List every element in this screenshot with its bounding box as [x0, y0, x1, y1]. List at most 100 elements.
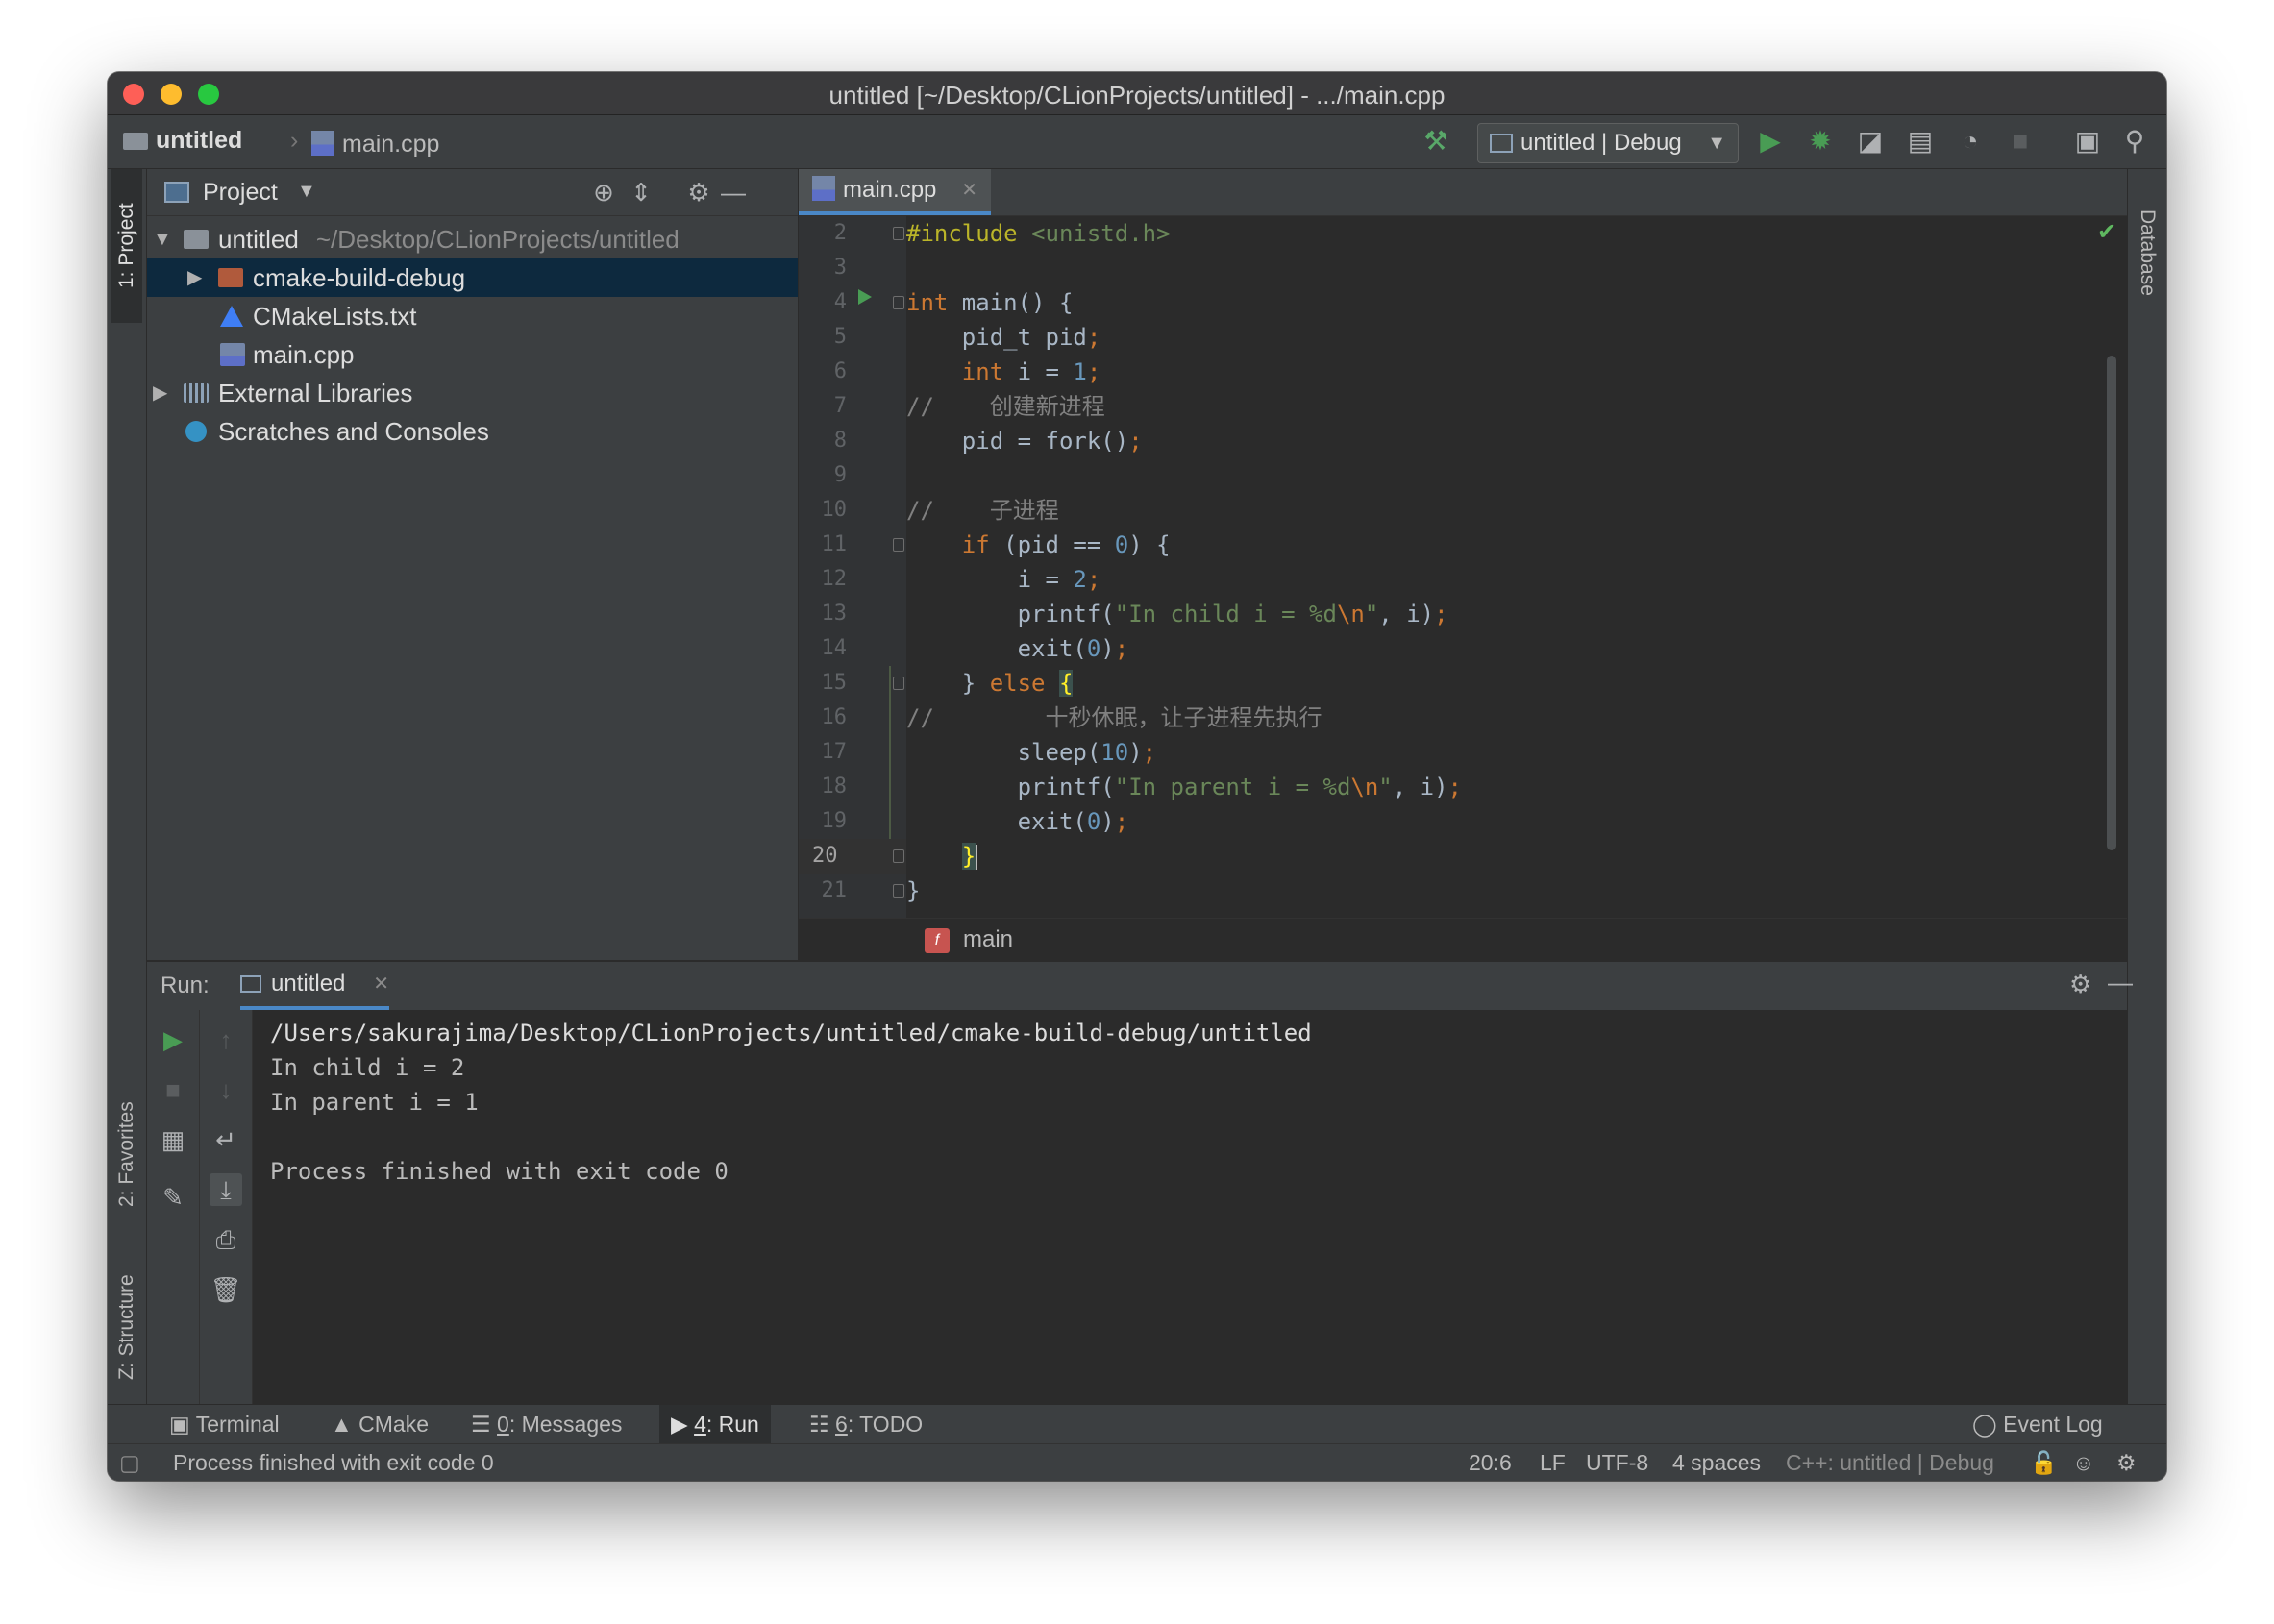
- code-line-17: sleep(10);: [906, 739, 1157, 766]
- tool-window-bar: ▣ Terminal ▲ CMake ☰ 0: Messages ▶ 4: Ru…: [108, 1404, 2166, 1443]
- layout-icon[interactable]: ▦: [157, 1123, 189, 1156]
- chevron-down-icon: ▼: [1707, 133, 1726, 154]
- tree-item-main-cpp[interactable]: main.cpp: [147, 335, 798, 374]
- terminal-icon: ▣: [169, 1412, 196, 1437]
- tab-cmake[interactable]: ▲ CMake: [319, 1405, 440, 1443]
- profile-icon[interactable]: ▤: [1904, 125, 1937, 158]
- tree-item-cmake-build-debug[interactable]: ▶ cmake-build-debug: [147, 258, 798, 297]
- project-view-select[interactable]: Project: [203, 179, 278, 207]
- fold-marker-icon[interactable]: [893, 884, 904, 898]
- file-encoding[interactable]: UTF-8: [1586, 1444, 1648, 1481]
- fold-marker-icon[interactable]: [893, 677, 904, 690]
- chevron-right-icon[interactable]: ▶: [153, 374, 167, 412]
- line-number: 17: [821, 740, 848, 764]
- breadcrumb-function[interactable]: main: [963, 926, 1013, 953]
- run-console[interactable]: /Users/sakurajima/Desktop/CLionProjects/…: [253, 1010, 2127, 1404]
- run-toolbar-secondary: ↑ ↓ ↵ ⤓ ⎙ 🗑: [200, 1010, 253, 1404]
- build-hammer-icon[interactable]: ⚒: [1420, 125, 1452, 158]
- tab-todo[interactable]: ☷ 6: TODO: [798, 1405, 934, 1443]
- run-configuration-select[interactable]: untitled | Debug ▼: [1477, 123, 1739, 163]
- attach-debugger-icon[interactable]: ◔: [1954, 125, 1987, 158]
- line-number: 16: [821, 705, 848, 729]
- messages-icon: ☰: [471, 1412, 498, 1437]
- chevron-down-icon[interactable]: ▼: [153, 220, 172, 258]
- soft-wrap-icon[interactable]: ↵: [210, 1123, 242, 1156]
- run-panel-header: Run: untitled ✕ ⚙ —: [147, 961, 2133, 1011]
- tab-messages[interactable]: ☰ 0: Messages: [459, 1405, 633, 1443]
- code-line-10: // 子进程: [906, 497, 1059, 524]
- arrow-down-icon[interactable]: ↓: [210, 1073, 242, 1106]
- inspector-icon[interactable]: ☺: [2072, 1444, 2094, 1481]
- fold-marker-icon[interactable]: [893, 227, 904, 240]
- search-everywhere-icon[interactable]: ⚲: [2118, 125, 2151, 158]
- tree-item-external-libraries[interactable]: ▶ External Libraries: [147, 374, 798, 412]
- line-number: 5: [833, 325, 847, 349]
- fold-marker-icon[interactable]: [893, 849, 904, 863]
- chevron-down-icon[interactable]: ▼: [297, 181, 316, 203]
- list-icon: ☷: [809, 1412, 836, 1437]
- fold-marker-icon[interactable]: [893, 538, 904, 552]
- right-tool-stripe: Database: [2127, 169, 2166, 1404]
- tab-run[interactable]: ▶ 4: Run: [659, 1405, 771, 1443]
- line-separator[interactable]: LF: [1540, 1444, 1566, 1481]
- tab-database[interactable]: Database: [2132, 181, 2163, 325]
- close-tab-icon[interactable]: ✕: [961, 169, 977, 211]
- breadcrumb-file[interactable]: main.cpp: [311, 127, 439, 159]
- breadcrumb-project[interactable]: untitled: [123, 127, 242, 155]
- debug-bug-icon[interactable]: ✹: [1804, 125, 1837, 158]
- gear-icon[interactable]: ⚙: [2069, 970, 2091, 999]
- tree-item-root[interactable]: ▼ untitled ~/Desktop/CLionProjects/untitl…: [147, 220, 798, 258]
- run-play-icon[interactable]: ▶: [1754, 125, 1787, 158]
- tab-run-untitled[interactable]: untitled ✕: [240, 962, 389, 1010]
- trash-icon[interactable]: 🗑: [210, 1273, 242, 1306]
- editor-scrollbar[interactable]: [2107, 356, 2116, 850]
- tree-item-cmakelists[interactable]: CMakeLists.txt: [147, 297, 798, 335]
- run-coverage-icon[interactable]: ◪: [1854, 125, 1887, 158]
- arrow-up-icon[interactable]: ↑: [210, 1023, 242, 1056]
- tab-terminal[interactable]: ▣ Terminal: [158, 1405, 291, 1443]
- editor-gutter[interactable]: 2 3 4 5 6 7 8 9 10 11 12 13 14 15 16 17 …: [799, 216, 906, 918]
- print-icon[interactable]: ⎙: [210, 1223, 242, 1256]
- editor-breadcrumb-bar: f main: [799, 918, 2127, 961]
- toggle-tool-windows-icon[interactable]: ▢: [119, 1444, 140, 1481]
- caret-position[interactable]: 20:6: [1469, 1444, 1512, 1481]
- hide-panel-icon[interactable]: —: [718, 177, 749, 208]
- line-number: 12: [821, 567, 848, 591]
- lock-icon[interactable]: 🔓: [2030, 1444, 2058, 1481]
- notifications-icon[interactable]: ⚙: [2116, 1444, 2137, 1481]
- no-problems-check-icon[interactable]: ✔: [2097, 218, 2116, 246]
- tab-event-log[interactable]: ◯ Event Log: [1961, 1405, 2114, 1443]
- status-message[interactable]: Process finished with exit code 0: [173, 1444, 494, 1481]
- resolve-context[interactable]: C++: untitled | Debug: [1786, 1444, 1994, 1481]
- line-number: 15: [821, 671, 848, 695]
- cpp-file-icon: [812, 176, 835, 201]
- scroll-to-end-icon[interactable]: ⤓: [210, 1173, 242, 1206]
- run-gutter-icon[interactable]: [858, 289, 872, 305]
- code-line-21: }: [906, 877, 921, 904]
- line-number: 10: [821, 498, 848, 522]
- rerun-icon[interactable]: ▶: [157, 1023, 189, 1056]
- code-editor[interactable]: #include <unistd.h> int main() { pid_t p…: [906, 216, 2125, 918]
- locate-file-icon[interactable]: ⊕: [588, 177, 619, 208]
- gear-icon[interactable]: ⚙: [683, 177, 714, 208]
- navigation-bar: untitled › main.cpp ⚒ untitled | Debug ▼…: [108, 115, 2166, 169]
- close-tab-icon[interactable]: ✕: [373, 962, 389, 1006]
- tree-item-scratches[interactable]: Scratches and Consoles: [147, 412, 798, 451]
- project-structure-icon[interactable]: ▣: [2071, 125, 2104, 158]
- stop-icon[interactable]: ■: [2004, 125, 2037, 158]
- pin-icon[interactable]: ✎: [157, 1181, 189, 1214]
- indent-setting[interactable]: 4 spaces: [1672, 1444, 1761, 1481]
- line-number: 21: [821, 878, 848, 902]
- hide-panel-icon[interactable]: —: [2108, 968, 2133, 997]
- stop-icon[interactable]: ■: [157, 1073, 189, 1106]
- chevron-right-icon[interactable]: ▶: [187, 258, 202, 297]
- project-view-icon: [164, 182, 189, 203]
- tab-main-cpp[interactable]: main.cpp ✕: [799, 169, 991, 215]
- fold-marker-icon[interactable]: [893, 296, 904, 309]
- cmake-icon: ▲: [331, 1412, 359, 1437]
- tab-project[interactable]: 1: Project: [111, 169, 142, 323]
- collapse-all-icon[interactable]: ⇕: [626, 177, 656, 208]
- tab-structure[interactable]: Z: Structure: [111, 1260, 142, 1394]
- code-line-19: exit(0);: [906, 808, 1129, 835]
- tab-favorites[interactable]: 2: Favorites: [111, 1087, 142, 1221]
